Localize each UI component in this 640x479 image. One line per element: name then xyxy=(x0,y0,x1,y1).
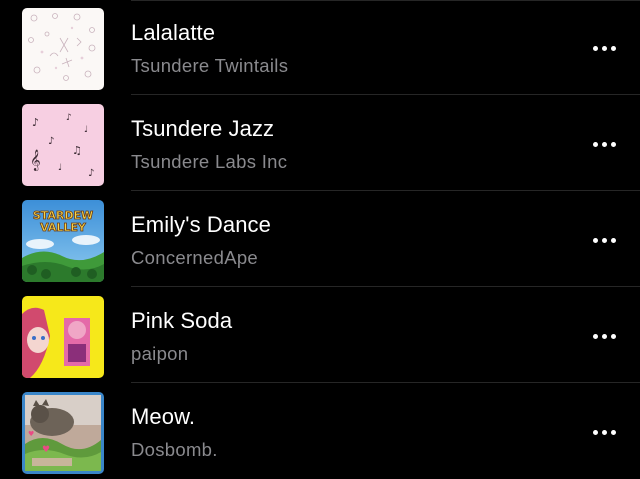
more-dot xyxy=(610,429,616,435)
album-artwork-emilys-dance: STARDEW VALLEY xyxy=(22,200,104,282)
more-options-button[interactable] xyxy=(586,36,622,60)
more-horizontal-icon xyxy=(592,237,598,243)
track-row-pink-soda[interactable]: Pink Soda paipon xyxy=(0,288,640,383)
more-dot xyxy=(601,141,607,147)
track-artist: ConcernedApe xyxy=(131,247,259,268)
more-dot xyxy=(610,141,616,147)
album-artwork-tsundere-jazz: ♪ ♪ ♩ ♪ ♫ 𝄞 ♩ ♪ xyxy=(22,104,104,186)
more-horizontal-icon xyxy=(592,45,598,51)
svg-text:♩: ♩ xyxy=(84,125,88,135)
svg-text:♪: ♪ xyxy=(32,116,39,129)
row-divider xyxy=(131,286,640,287)
artwork-image: ♪ ♪ ♩ ♪ ♫ 𝄞 ♩ ♪ xyxy=(22,104,104,186)
more-options-button[interactable] xyxy=(586,324,622,348)
more-horizontal-icon xyxy=(592,429,598,435)
track-title: Pink Soda xyxy=(131,308,233,333)
album-artwork-lalalatte xyxy=(22,8,104,90)
track-title: Lalalatte xyxy=(131,20,216,45)
more-horizontal-icon xyxy=(592,141,598,147)
svg-text:𝄞: 𝄞 xyxy=(30,150,41,171)
album-artwork-pink-soda xyxy=(22,296,104,378)
track-row-meow[interactable]: ♥ ♥ Meow. Dosbomb. xyxy=(0,384,640,479)
svg-text:♫: ♫ xyxy=(72,144,82,157)
album-artwork-meow: ♥ ♥ xyxy=(22,392,104,474)
more-options-button[interactable] xyxy=(586,228,622,252)
more-dot xyxy=(601,45,607,51)
more-dot xyxy=(601,333,607,339)
more-dot xyxy=(610,333,616,339)
row-divider xyxy=(131,190,640,191)
track-artist: paipon xyxy=(131,343,189,364)
row-divider xyxy=(131,382,640,383)
track-row-lalalatte[interactable]: Lalalatte Tsundere Twintails xyxy=(0,0,640,95)
track-title: Meow. xyxy=(131,404,196,429)
track-row-tsundere-jazz[interactable]: ♪ ♪ ♩ ♪ ♫ 𝄞 ♩ ♪ Tsundere Jazz Tsundere L… xyxy=(0,96,640,191)
more-options-button[interactable] xyxy=(586,420,622,444)
more-dot xyxy=(601,429,607,435)
svg-text:♥: ♥ xyxy=(28,430,34,438)
svg-text:♥: ♥ xyxy=(42,445,50,455)
artwork-image xyxy=(22,296,104,378)
track-artist: Tsundere Labs Inc xyxy=(131,151,288,172)
more-horizontal-icon xyxy=(592,333,598,339)
more-dot xyxy=(601,237,607,243)
svg-text:♪: ♪ xyxy=(48,136,54,147)
track-title: Tsundere Jazz xyxy=(131,116,275,141)
artwork-logo-text: VALLEY xyxy=(40,221,87,234)
track-artist: Dosbomb. xyxy=(131,439,218,460)
row-divider xyxy=(131,0,640,1)
more-dot xyxy=(610,237,616,243)
svg-text:♪: ♪ xyxy=(88,168,94,179)
track-artist: Tsundere Twintails xyxy=(131,55,289,76)
track-row-emilys-dance[interactable]: STARDEW VALLEY Emily's Dance ConcernedAp… xyxy=(0,192,640,287)
track-title: Emily's Dance xyxy=(131,212,271,237)
more-dot xyxy=(610,45,616,51)
artwork-image: STARDEW VALLEY xyxy=(22,200,104,282)
svg-text:♩: ♩ xyxy=(58,163,62,173)
more-options-button[interactable] xyxy=(586,132,622,156)
artwork-image: ♥ ♥ xyxy=(22,392,104,474)
artwork-image xyxy=(22,8,104,90)
track-list: Lalalatte Tsundere Twintails ♪ ♪ ♩ ♪ ♫ 𝄞… xyxy=(0,0,640,479)
row-divider xyxy=(131,94,640,95)
svg-text:♪: ♪ xyxy=(66,113,72,123)
